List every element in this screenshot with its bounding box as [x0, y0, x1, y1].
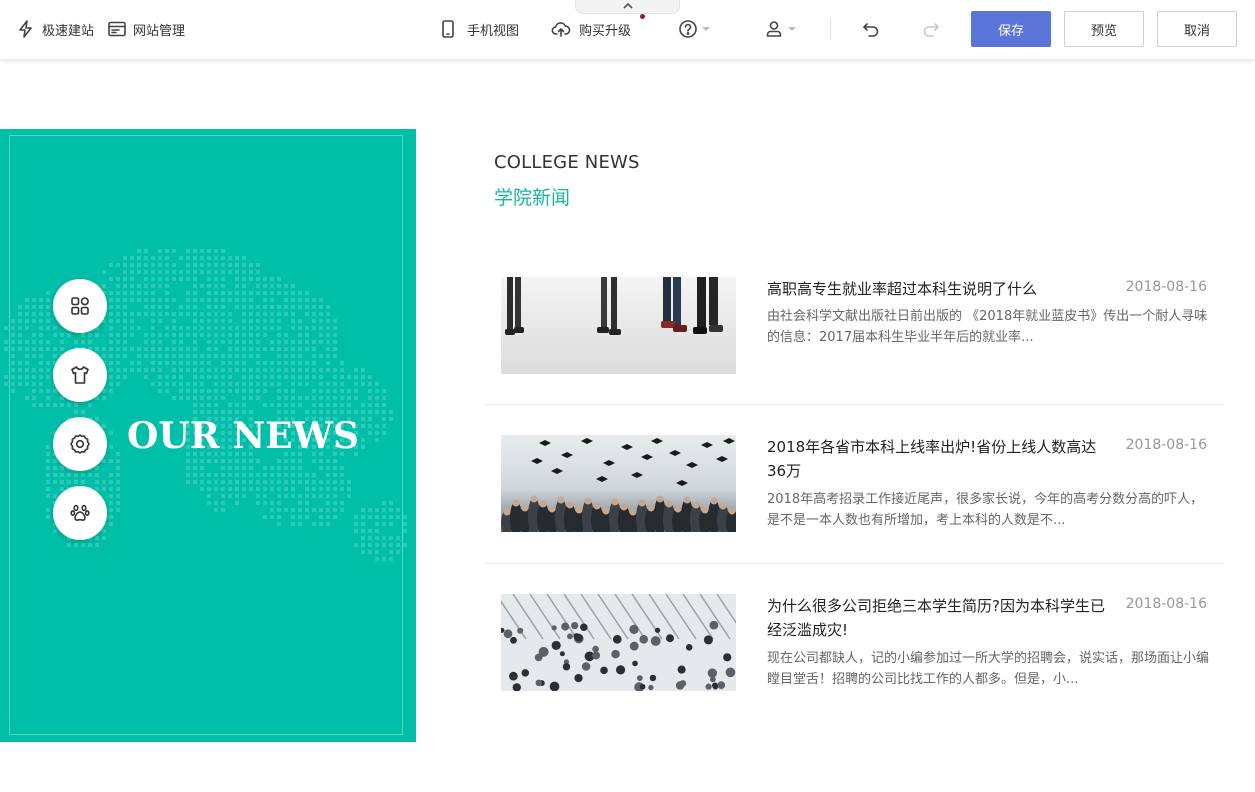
browser-window-icon: [108, 21, 126, 37]
site-manage-button[interactable]: 网站管理: [107, 0, 185, 58]
news-thumbnail[interactable]: [501, 435, 736, 532]
quick-build-label: 极速建站: [42, 23, 95, 39]
mobile-view-button[interactable]: 手机视图: [438, 0, 519, 58]
top-toolbar: 极速建站 网站管理 手机视图 购买升级 保存 预览 取消: [0, 0, 1255, 60]
cloud-upload-icon: [551, 22, 571, 37]
toolbar-divider: [830, 18, 831, 40]
news-desc: 现在公司都缺人，记的小编参加过一所大学的招聘会，说实话，那场面让小编瞠目堂舌！招…: [767, 651, 1210, 687]
news-title[interactable]: 高职高专生就业率超过本科生说明了什么: [767, 277, 1107, 301]
upgrade-button[interactable]: 购买升级: [551, 0, 631, 58]
section-title-cn: 学院新闻: [494, 187, 571, 209]
redo-button[interactable]: [921, 0, 941, 58]
mobile-view-label: 手机视图: [467, 23, 520, 39]
news-date: 2018-08-16: [1125, 437, 1207, 453]
redo-icon: [923, 23, 939, 37]
user-dropdown[interactable]: [764, 0, 796, 58]
undo-icon: [863, 23, 879, 37]
paw-icon: [70, 504, 90, 521]
news-desc: 由社会科学文献出版社日前出版的 《2018年就业蓝皮书》传出一个耐人寻味的信息：…: [767, 309, 1208, 345]
students-legs-photo: [501, 277, 736, 374]
components-button[interactable]: [53, 279, 107, 333]
notification-dot: [640, 14, 645, 19]
news-date: 2018-08-16: [1125, 596, 1207, 612]
preview-button[interactable]: 预览: [1064, 11, 1144, 47]
graduation-caps-photo: [501, 435, 736, 532]
site-manage-label: 网站管理: [133, 23, 186, 39]
settings-button[interactable]: [53, 417, 107, 471]
chevron-down-icon: [702, 27, 710, 31]
upgrade-label: 购买升级: [579, 23, 632, 39]
shirt-icon: [71, 366, 89, 384]
news-item[interactable]: 为什么很多公司拒绝三本学生简历?因为本科学生已经泛滥成灾! 2018-08-16…: [484, 564, 1224, 723]
news-title[interactable]: 为什么很多公司拒绝三本学生简历?因为本科学生已经泛滥成灾!: [767, 594, 1107, 642]
news-title[interactable]: 2018年各省市本科上线率出炉!省份上线人数高达36万: [767, 435, 1107, 483]
news-thumbnail[interactable]: [501, 594, 736, 691]
cancel-button[interactable]: 取消: [1157, 11, 1237, 47]
news-item[interactable]: 2018年各省市本科上线率出炉!省份上线人数高达36万 2018-08-16 2…: [484, 405, 1224, 564]
lightning-icon: [19, 20, 32, 38]
save-button[interactable]: 保存: [971, 11, 1051, 47]
gear-icon: [70, 434, 90, 454]
user-icon: [766, 21, 782, 37]
mobile-phone-icon: [442, 20, 454, 38]
quick-build-button[interactable]: 极速建站: [16, 0, 94, 58]
job-fair-crowd-photo: [501, 594, 736, 691]
chevron-down-icon: [788, 27, 796, 31]
help-dropdown[interactable]: [678, 0, 710, 58]
undo-button[interactable]: [861, 0, 881, 58]
news-thumbnail[interactable]: [501, 277, 736, 374]
section-title-en: COLLEGE NEWS: [494, 152, 640, 173]
grid-apps-icon: [71, 297, 89, 315]
news-item[interactable]: 高职高专生就业率超过本科生说明了什么 2018-08-16 由社会科学文献出版社…: [484, 247, 1224, 406]
help-icon: [679, 20, 697, 38]
theme-button[interactable]: [53, 348, 107, 402]
pet-paw-button[interactable]: [53, 486, 107, 540]
news-date: 2018-08-16: [1125, 279, 1207, 295]
news-desc: 2018年高考招录工作接近尾声，很多家长说，今年的高考分数分高的吓人，是不是一本…: [767, 492, 1204, 528]
